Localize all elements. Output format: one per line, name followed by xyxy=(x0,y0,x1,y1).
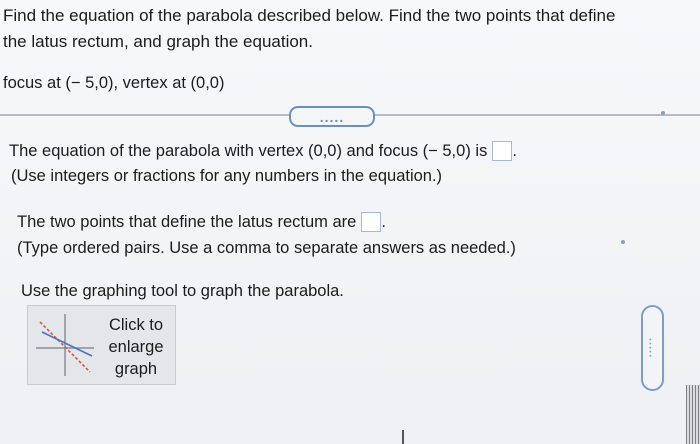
enlarge-graph-button[interactable]: Click to enlarge graph xyxy=(27,305,176,385)
question-text-line2: the latus rectum, and graph the equation… xyxy=(3,32,313,51)
graph-label-line2: enlarge xyxy=(108,338,164,356)
part1-prompt: The equation of the parabola with vertex… xyxy=(9,142,488,160)
stray-dot xyxy=(621,240,625,244)
part2-prompt-row: The two points that define the latus rec… xyxy=(17,212,386,232)
part1-suffix: . xyxy=(512,142,517,160)
expand-question-button[interactable]: ..... xyxy=(289,106,375,127)
part3-prompt: Use the graphing tool to graph the parab… xyxy=(21,282,344,300)
side-scroll-handle[interactable]: ..... xyxy=(641,305,664,391)
scroll-handle-dots: ..... xyxy=(646,337,659,359)
stray-dot xyxy=(661,111,665,115)
given-focus-vertex: focus at (− 5,0), vertex at (0,0) xyxy=(3,74,225,92)
right-edge-texture xyxy=(686,385,700,444)
part1-prompt-row: The equation of the parabola with vertex… xyxy=(9,141,517,161)
part2-suffix: . xyxy=(381,213,386,231)
part2-instruction: (Type ordered pairs. Use a comma to sepa… xyxy=(17,239,516,257)
enlarge-graph-label: Click to enlarge graph xyxy=(98,314,174,380)
graph-thumbnail-icon xyxy=(36,314,94,376)
text-cursor-icon xyxy=(402,430,404,444)
question-text-line1: Find the equation of the parabola descri… xyxy=(3,6,616,25)
part2-prompt: The two points that define the latus rec… xyxy=(17,213,357,231)
latus-rectum-answer-box[interactable] xyxy=(361,212,382,232)
graph-label-line3: graph xyxy=(114,360,158,378)
equation-answer-box[interactable] xyxy=(492,141,513,161)
graph-label-line1: Click to xyxy=(108,316,164,334)
part1-instruction: (Use integers or fractions for any numbe… xyxy=(11,167,443,185)
